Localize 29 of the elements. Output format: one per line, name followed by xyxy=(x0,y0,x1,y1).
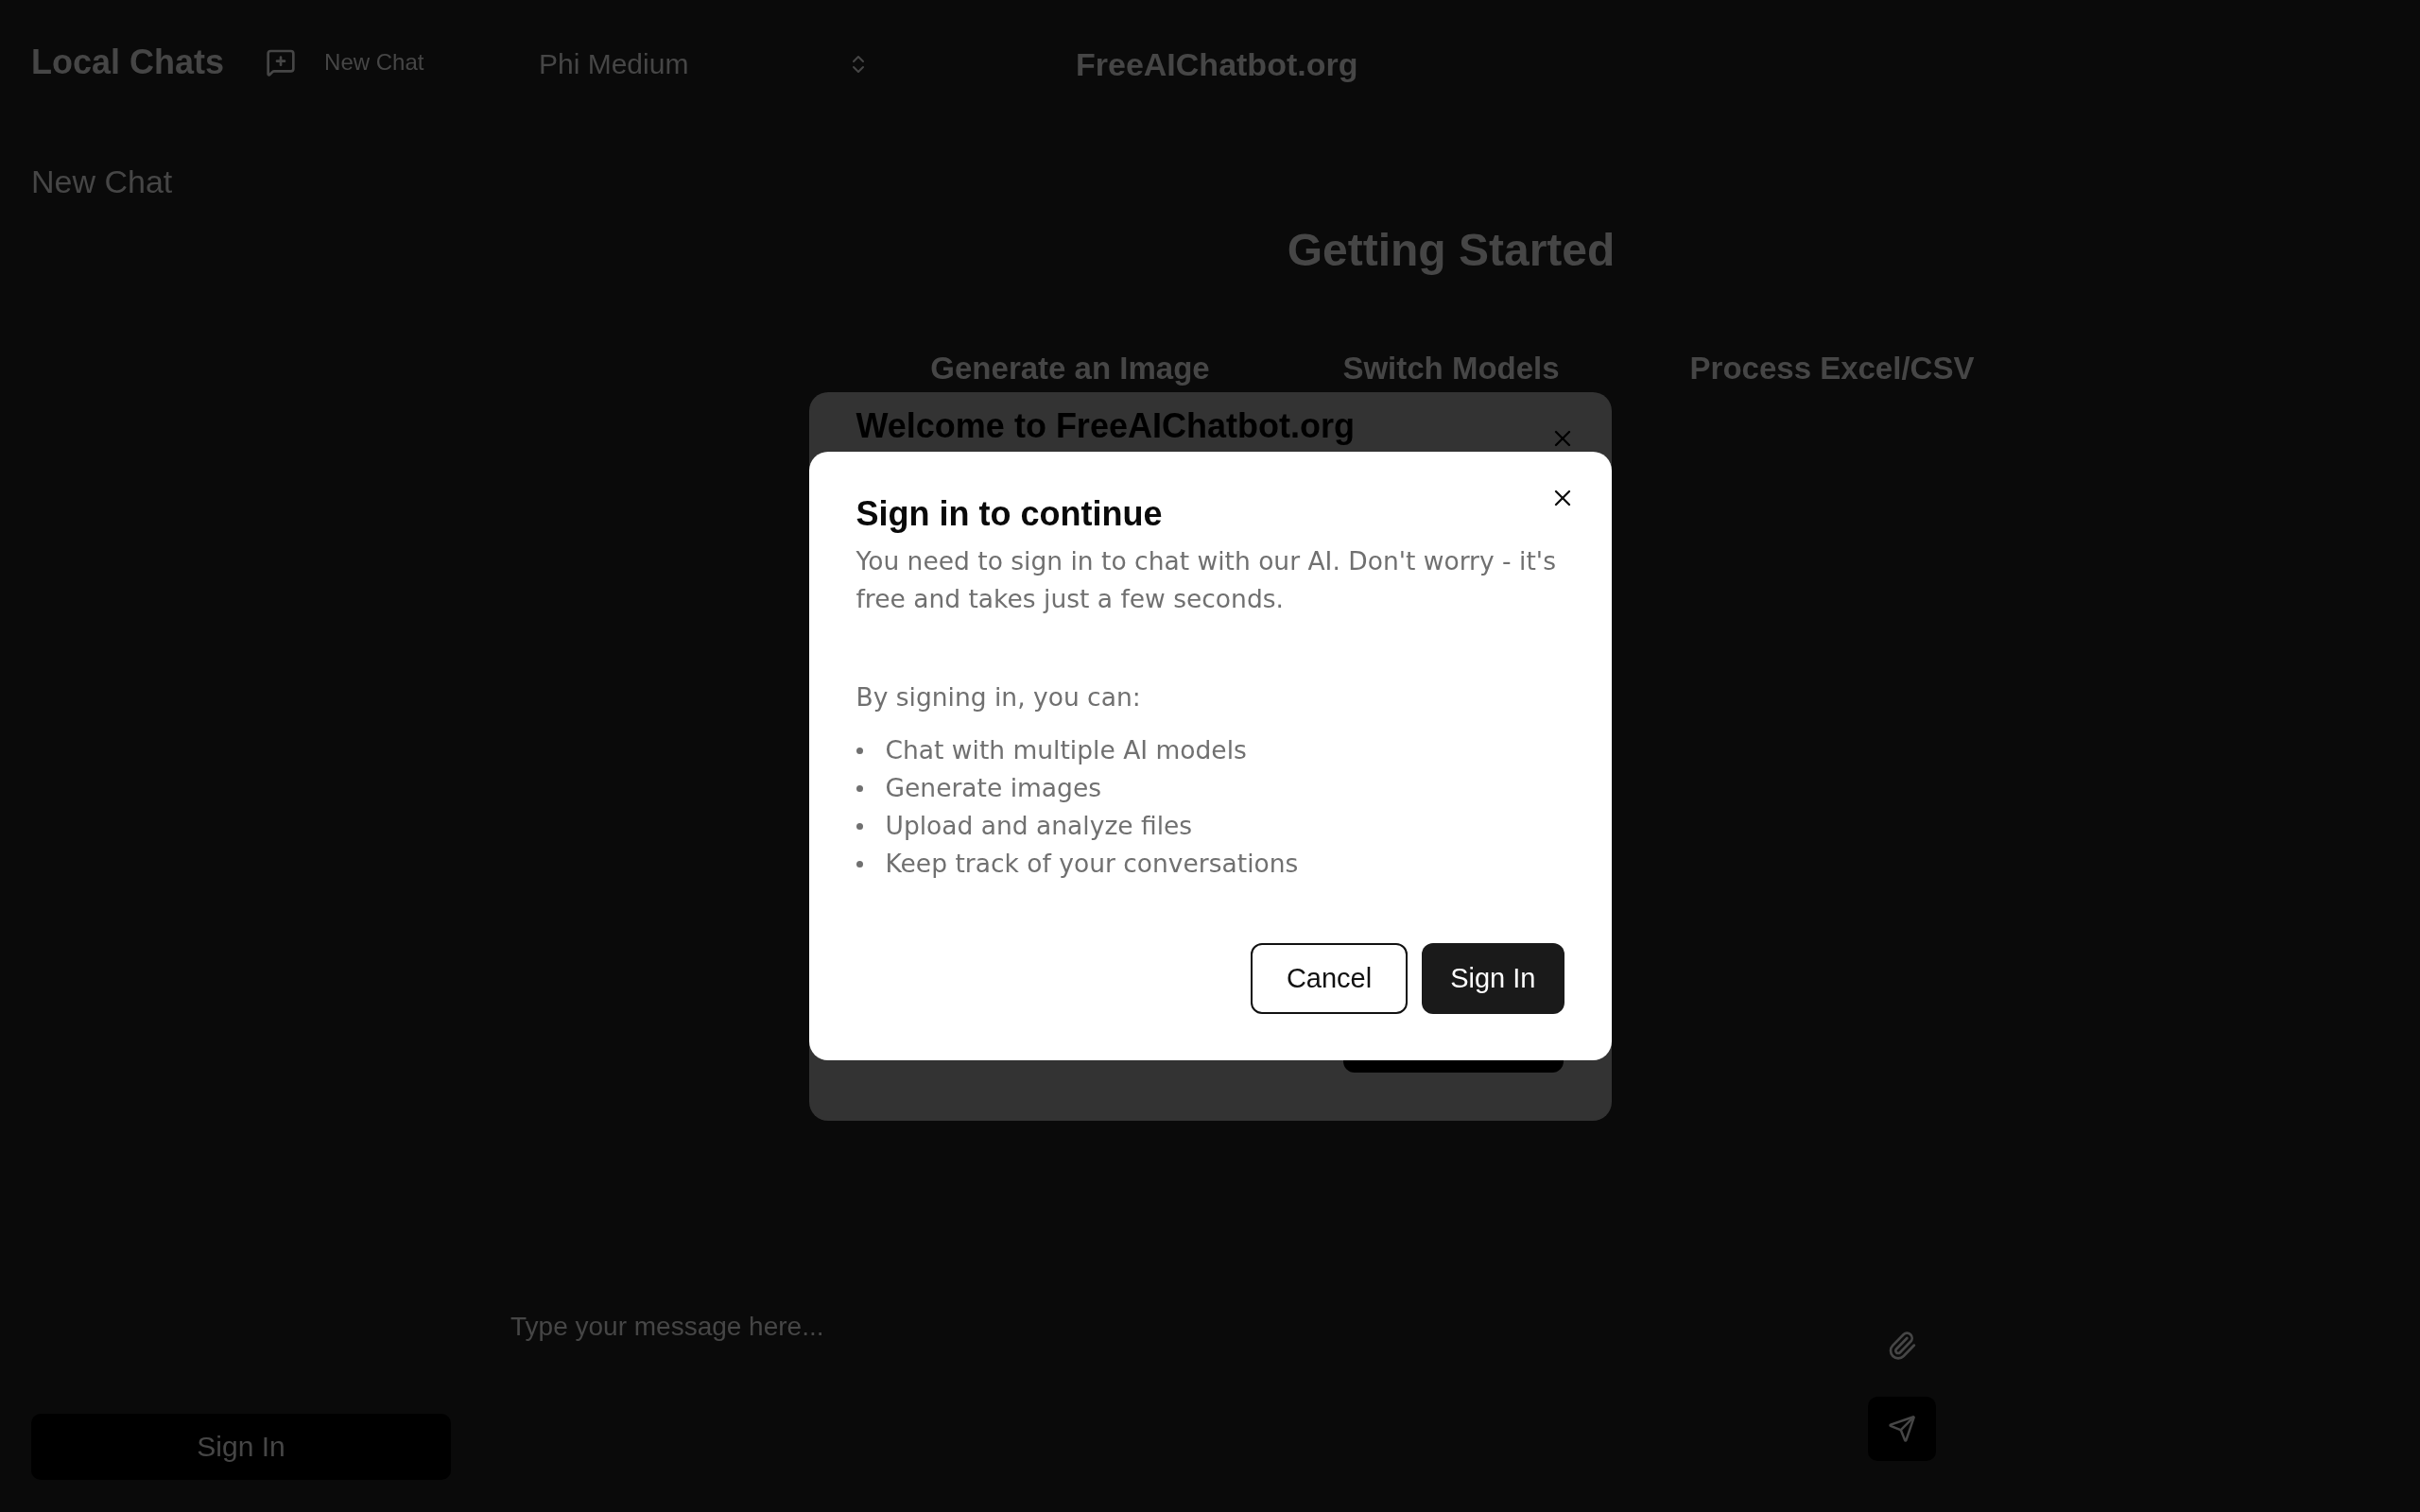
bullet-icon xyxy=(856,822,863,830)
new-chat-button[interactable]: New Chat xyxy=(266,47,424,77)
paperclip-icon xyxy=(1887,1331,1917,1361)
attach-button[interactable] xyxy=(1887,1331,1917,1361)
benefit-text: Generate images xyxy=(885,772,1102,804)
dialog-title: Sign in to continue xyxy=(856,493,1163,535)
benefits-intro: By signing in, you can: xyxy=(856,681,1141,713)
card-title[interactable]: Process Excel/CSV xyxy=(1689,350,1975,387)
bullet-icon xyxy=(856,860,863,868)
message-input[interactable]: Type your message here... xyxy=(510,1312,1868,1461)
benefit-text: Chat with multiple AI models xyxy=(885,734,1247,766)
model-select[interactable]: Phi Medium xyxy=(539,48,870,80)
send-button[interactable] xyxy=(1868,1397,1936,1461)
message-plus-icon xyxy=(266,47,297,77)
dialog-description: You need to sign in to chat with our AI. Don't worry - it's free and takes just a few seconds. xyxy=(856,545,1557,615)
sign-in-button[interactable]: Sign In xyxy=(31,1414,451,1480)
card-title[interactable]: Switch Models xyxy=(1342,350,1560,387)
cancel-button[interactable]: Cancel xyxy=(1250,943,1409,1014)
bullet-icon xyxy=(856,784,863,792)
site-title: FreeAIChatbot.org xyxy=(1076,45,1358,83)
chat-item[interactable]: New Chat xyxy=(31,161,451,202)
section-heading: Getting Started xyxy=(1286,224,1616,277)
send-icon xyxy=(1888,1415,1916,1443)
bullet-icon xyxy=(856,747,863,754)
benefit-text: Upload and analyze files xyxy=(885,810,1193,842)
sidebar-title: Local Chats xyxy=(31,42,225,83)
sign-in-button[interactable]: Sign In xyxy=(1422,943,1564,1014)
benefit-text: Keep track of your conversations xyxy=(885,848,1299,880)
card-title[interactable]: Generate an Image xyxy=(930,350,1210,387)
